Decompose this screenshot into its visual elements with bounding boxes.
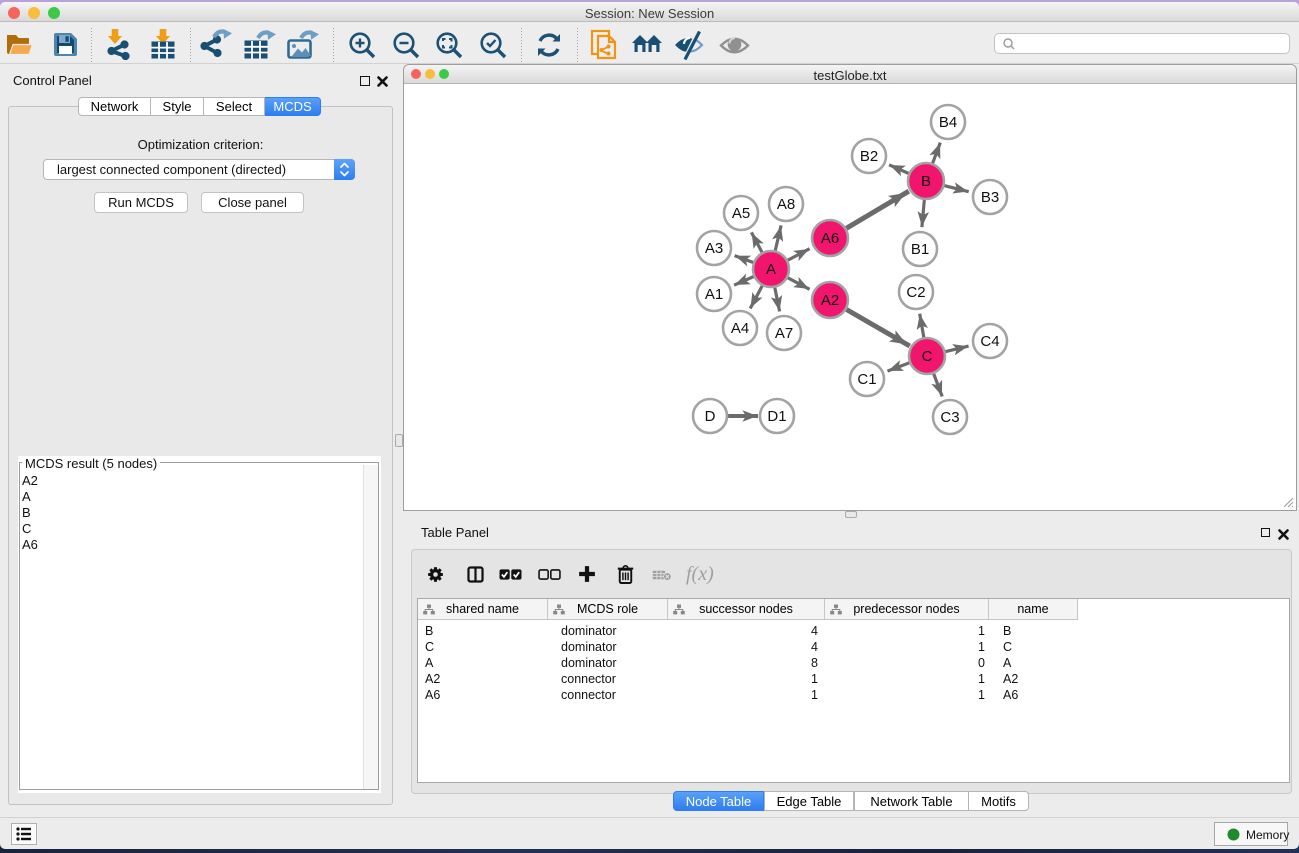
svg-text:C4: C4 xyxy=(980,333,999,350)
svg-text:A7: A7 xyxy=(775,325,793,342)
svg-text:C3: C3 xyxy=(940,409,959,426)
svg-text:A1: A1 xyxy=(705,286,723,303)
svg-text:A2: A2 xyxy=(821,292,839,309)
svg-text:A3: A3 xyxy=(705,240,723,257)
svg-text:C2: C2 xyxy=(906,284,925,301)
svg-text:A: A xyxy=(766,261,776,278)
svg-text:B4: B4 xyxy=(939,114,957,131)
svg-text:B2: B2 xyxy=(860,148,878,165)
svg-text:C1: C1 xyxy=(857,371,876,388)
svg-text:A8: A8 xyxy=(777,196,795,213)
svg-text:A5: A5 xyxy=(732,205,750,222)
svg-text:A6: A6 xyxy=(821,230,839,247)
svg-text:D: D xyxy=(705,408,716,425)
svg-text:A4: A4 xyxy=(731,320,749,337)
svg-text:B1: B1 xyxy=(911,241,929,258)
svg-text:D1: D1 xyxy=(767,408,786,425)
svg-text:B: B xyxy=(921,173,931,190)
svg-text:C: C xyxy=(922,348,933,365)
svg-text:B3: B3 xyxy=(981,189,999,206)
